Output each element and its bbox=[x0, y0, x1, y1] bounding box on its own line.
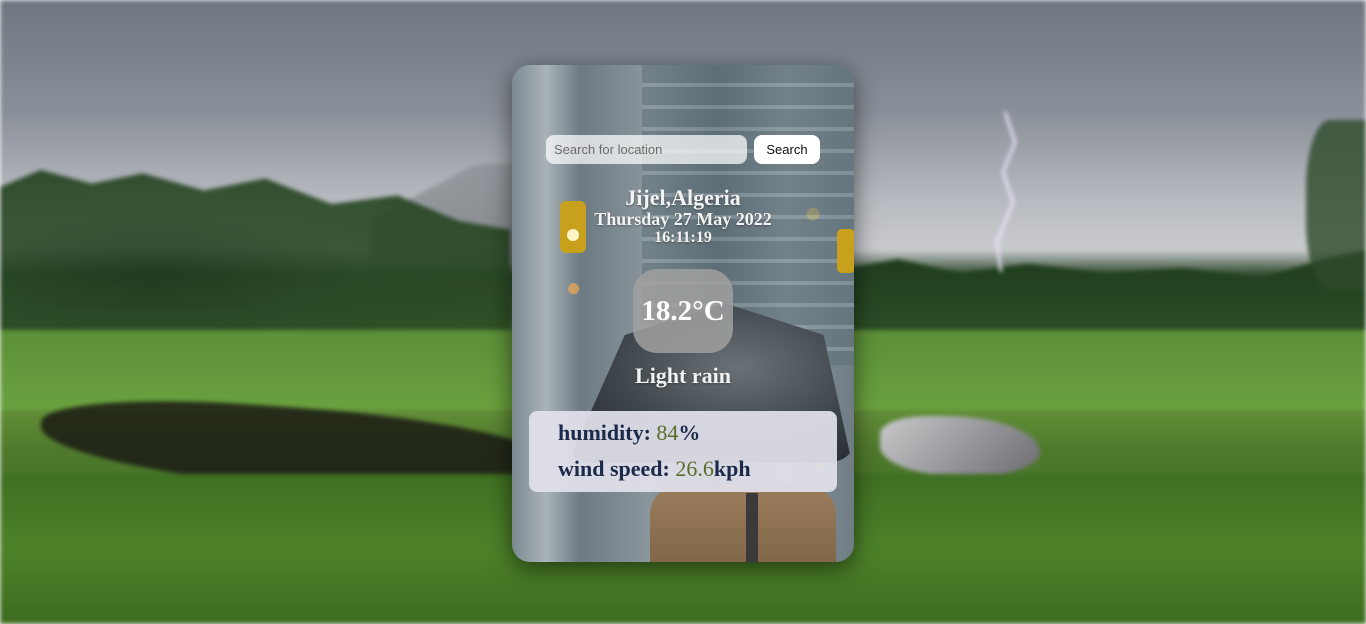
search-bar: Search bbox=[546, 135, 820, 164]
humidity-label: humidity: bbox=[558, 420, 651, 445]
weather-condition: Light rain bbox=[635, 363, 731, 388]
search-button[interactable]: Search bbox=[754, 135, 820, 164]
current-time: 16:11:19 bbox=[654, 229, 712, 246]
card-bg-bag-strap bbox=[746, 493, 758, 562]
weather-card: Search Jijel,Algeria Thursday 27 May 202… bbox=[512, 65, 854, 562]
wind-speed-label: wind speed: bbox=[558, 456, 670, 481]
lightning-bolt bbox=[995, 112, 1017, 272]
wind-speed-row: wind speed: 26.6kph bbox=[558, 455, 837, 491]
temperature-value: 18.2°C bbox=[641, 294, 725, 327]
background-forest-right bbox=[846, 250, 1366, 340]
humidity-value: 84 bbox=[656, 420, 679, 445]
background-tree bbox=[1306, 120, 1366, 290]
temperature-badge: 18.2°C bbox=[633, 269, 733, 353]
search-input[interactable] bbox=[546, 135, 747, 164]
location-name: Jijel,Algeria bbox=[625, 185, 741, 210]
background-pond bbox=[880, 416, 1040, 476]
current-date: Thursday 27 May 2022 bbox=[594, 209, 772, 229]
wind-speed-unit: kph bbox=[713, 456, 751, 481]
humidity-row: humidity: 84% bbox=[558, 419, 837, 455]
wind-speed-value: 26.6 bbox=[675, 456, 714, 481]
location-block: Jijel,Algeria Thursday 27 May 2022 16:11… bbox=[512, 187, 854, 247]
card-bg-person bbox=[650, 485, 836, 562]
weather-stats-panel: humidity: 84% wind speed: 26.6kph bbox=[529, 411, 837, 492]
humidity-unit: % bbox=[678, 420, 701, 445]
